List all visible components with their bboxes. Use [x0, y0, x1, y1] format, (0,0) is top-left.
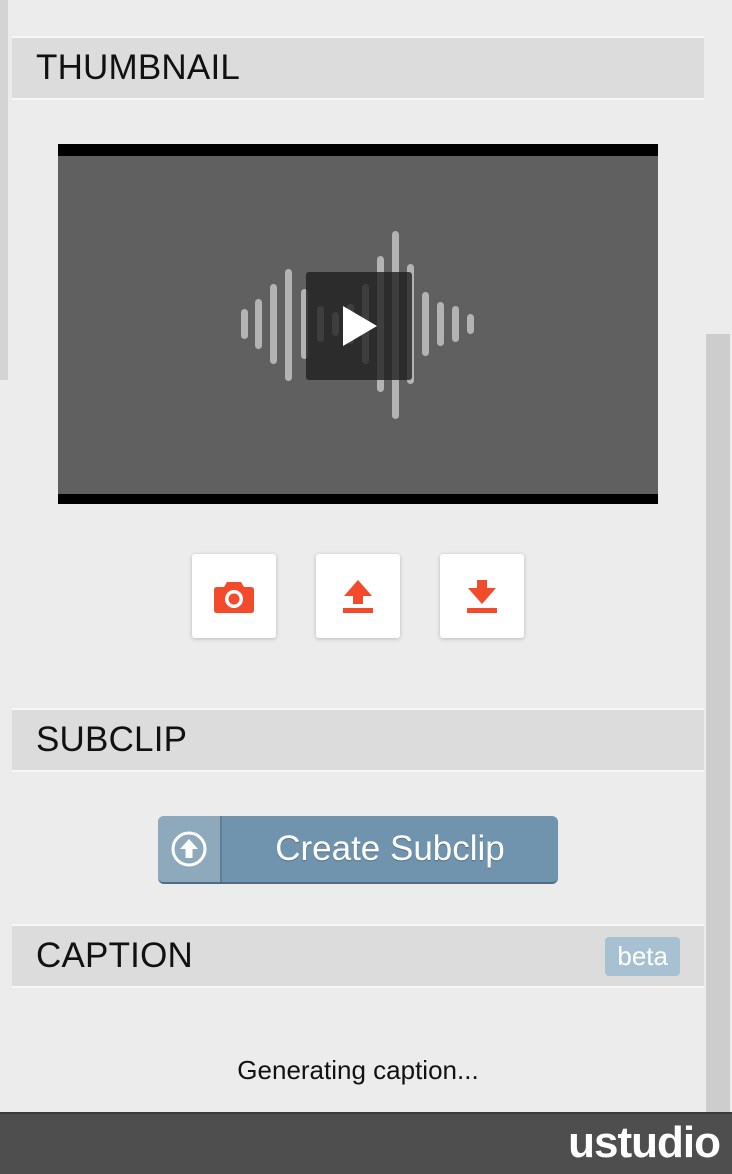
play-icon	[343, 306, 377, 346]
thumbnail-section-header: THUMBNAIL	[12, 36, 704, 100]
caption-section-title: CAPTION	[36, 936, 193, 975]
subclip-section-title: SUBCLIP	[36, 720, 188, 759]
create-subclip-label: Create Subclip	[275, 829, 505, 868]
upload-thumbnail-button[interactable]	[316, 554, 400, 638]
upload-icon	[343, 580, 373, 613]
settings-panel: THUMBNAIL SUBCLIP Create Subclip CAPTION…	[12, 0, 704, 1112]
create-subclip-button[interactable]: Create Subclip	[158, 816, 558, 884]
capture-frame-button[interactable]	[192, 554, 276, 638]
caption-status-text: Generating caption...	[237, 1055, 479, 1085]
video-frame	[58, 156, 658, 494]
right-scrollbar[interactable]	[706, 334, 730, 1114]
download-thumbnail-button[interactable]	[440, 554, 524, 638]
beta-badge: beta	[605, 936, 680, 976]
subclip-section-header: SUBCLIP	[12, 708, 704, 772]
thumbnail-section-title: THUMBNAIL	[36, 48, 241, 87]
left-scrollbar[interactable]	[0, 0, 8, 380]
footer-bar: ustudio	[0, 1112, 732, 1174]
play-button[interactable]	[306, 272, 412, 380]
arrow-up-circle-icon	[171, 831, 207, 867]
ustudio-logo[interactable]: ustudio	[568, 1118, 721, 1168]
download-icon	[467, 580, 497, 613]
video-player[interactable]	[58, 144, 658, 504]
camera-icon	[214, 582, 254, 613]
subclip-icon-box	[158, 816, 222, 882]
caption-section-header: CAPTION beta	[12, 924, 704, 988]
